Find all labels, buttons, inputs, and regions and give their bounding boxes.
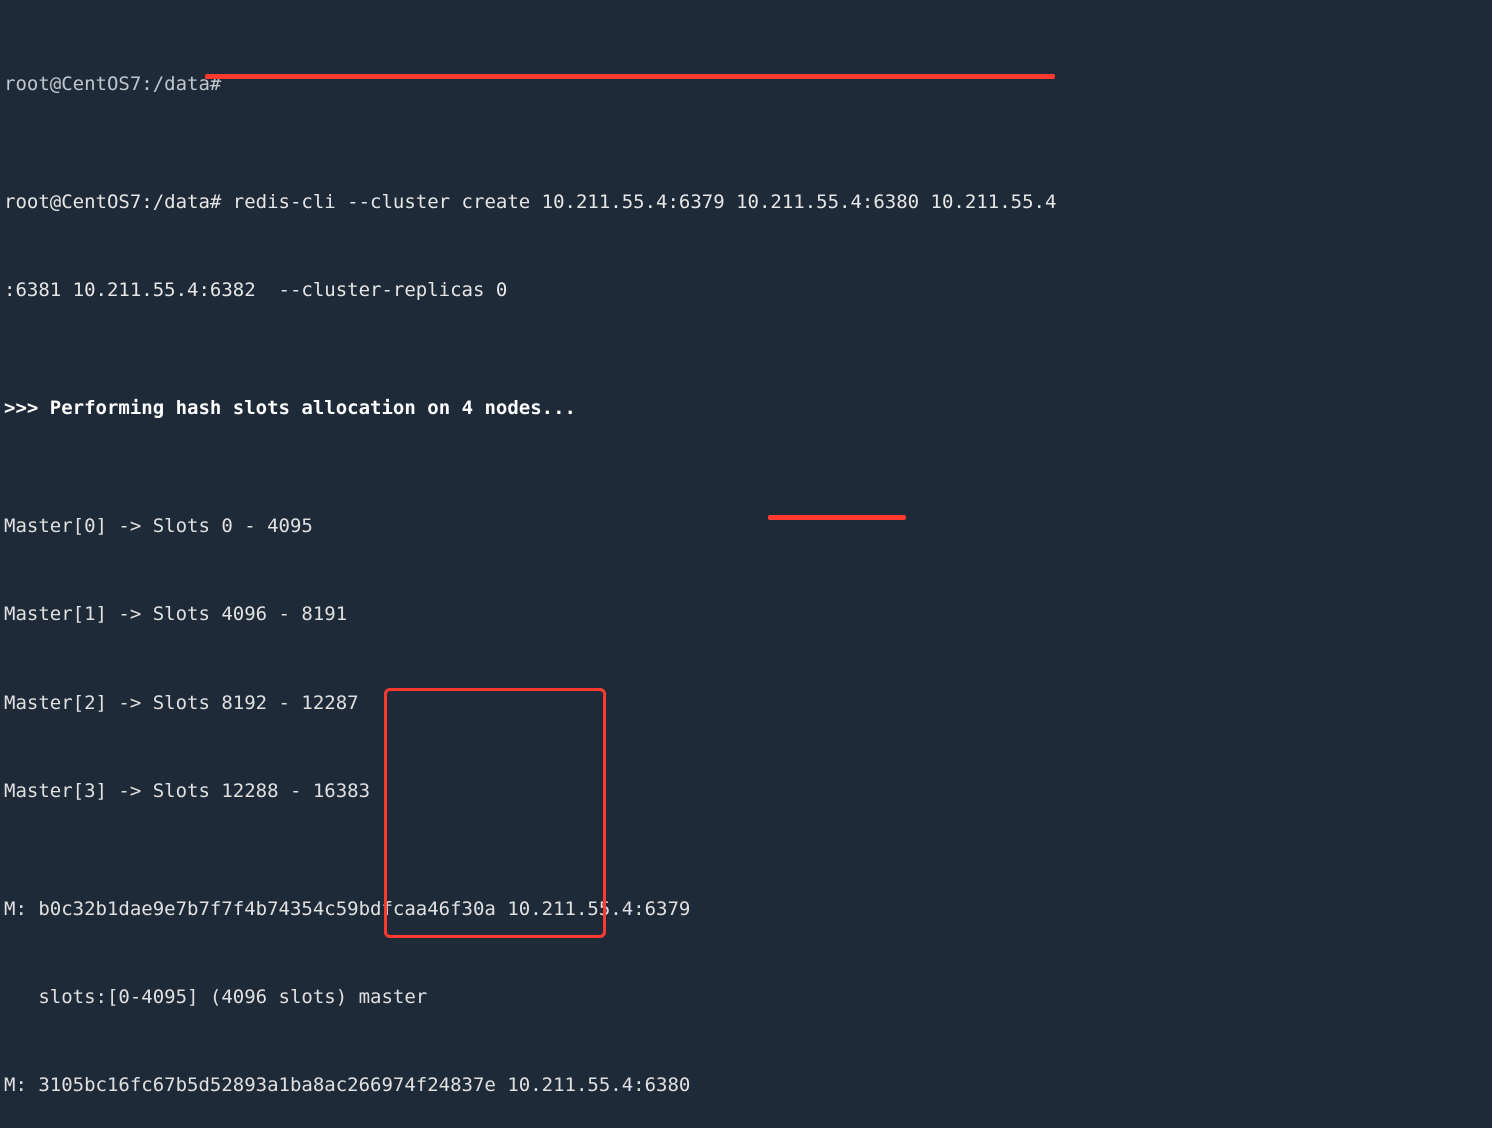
master2-slots: Master[2] -> Slots 8192 - 12287: [4, 689, 1488, 718]
prompt-text: root@CentOS7:/data#: [4, 191, 233, 213]
master0-slots: Master[0] -> Slots 0 - 4095: [4, 512, 1488, 541]
prompt-text-partial: root@CentOS7:/data#: [4, 73, 221, 95]
perform-slots-line: >>> Performing hash slots allocation on …: [4, 394, 1488, 423]
command-line-2: :6381 10.211.55.4:6382 --cluster-replica…: [4, 276, 1488, 305]
prompt-line-partial: root@CentOS7:/data#: [4, 70, 1488, 99]
command-line-1: root@CentOS7:/data# redis-cli --cluster …: [4, 188, 1488, 217]
command-text-1: redis-cli --cluster create 10.211.55.4:6…: [233, 191, 1057, 213]
node1-0b: slots:[0-4095] (4096 slots) master: [4, 983, 1488, 1012]
master1-slots: Master[1] -> Slots 4096 - 8191: [4, 600, 1488, 629]
perform-slots-text: Performing hash slots allocation on 4 no…: [50, 397, 576, 419]
master3-slots: Master[3] -> Slots 12288 - 16383: [4, 777, 1488, 806]
terminal-output: root@CentOS7:/data# root@CentOS7:/data# …: [0, 0, 1492, 1128]
node1-0a: M: b0c32b1dae9e7b7f7f4b74354c59bdfcaa46f…: [4, 895, 1488, 924]
node1-1a: M: 3105bc16fc67b5d52893a1ba8ac266974f248…: [4, 1071, 1488, 1100]
